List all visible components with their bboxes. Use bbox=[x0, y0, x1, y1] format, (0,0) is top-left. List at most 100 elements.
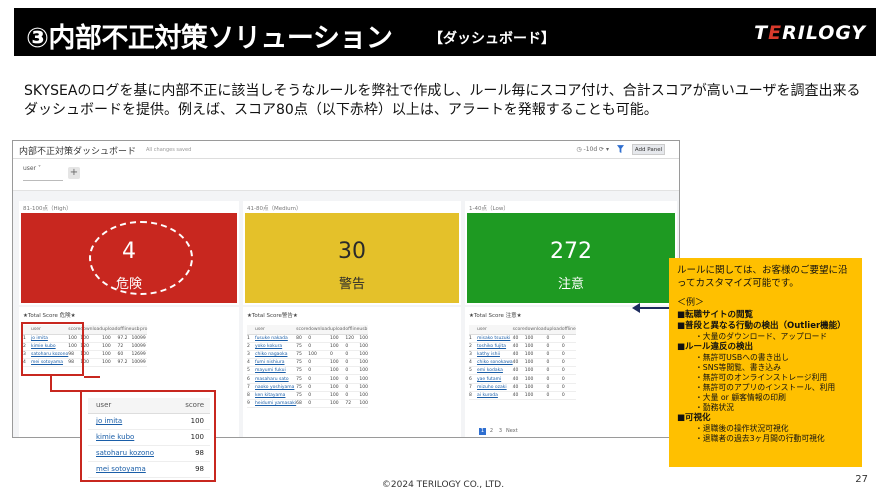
tile-word: 警告 bbox=[338, 277, 365, 292]
user-link[interactable]: jo imita bbox=[88, 413, 170, 430]
value-cell: 75 bbox=[296, 391, 309, 401]
value-cell: 0 bbox=[308, 399, 331, 409]
value-cell: 0 bbox=[345, 391, 360, 401]
column-header[interactable]: upload bbox=[546, 325, 562, 335]
column-header-user: user bbox=[88, 398, 170, 414]
column-header[interactable]: offline bbox=[345, 325, 360, 335]
value-cell: 100 bbox=[131, 334, 141, 343]
column-header[interactable]: offline bbox=[117, 325, 132, 335]
value-cell: 100 bbox=[131, 358, 141, 368]
value-cell: 100 bbox=[359, 358, 368, 368]
column-header[interactable]: usb bbox=[131, 325, 141, 335]
value-cell: 100 bbox=[524, 358, 547, 368]
user-link[interactable]: naoko yoshiyama bbox=[255, 383, 297, 392]
note-heading: ■普段と異なる行動の検出（Outlier機能） bbox=[677, 321, 846, 331]
value-cell: 0 bbox=[308, 391, 331, 401]
user-link[interactable]: fumi nishiura bbox=[255, 358, 297, 368]
user-link[interactable]: ai kuroda bbox=[477, 391, 513, 401]
user-link[interactable]: heidumi yamasaki bbox=[255, 399, 297, 409]
row-index: 7 bbox=[469, 383, 477, 392]
column-header[interactable]: score bbox=[296, 325, 309, 335]
row-index: 4 bbox=[247, 358, 255, 368]
value-cell: 40 bbox=[512, 374, 525, 384]
add-panel-button[interactable]: Add Panel bbox=[632, 144, 665, 155]
panel-medium: ★Total Score警告★ user score download upload o… bbox=[243, 307, 461, 437]
user-link[interactable]: yae futami bbox=[477, 374, 513, 384]
tile-label: 41-80点（Medium） bbox=[247, 206, 302, 212]
user-link[interactable]: mizuho ozaki bbox=[477, 383, 513, 392]
value-cell: 0 bbox=[561, 358, 576, 368]
value-cell: 100 bbox=[524, 334, 547, 343]
value-cell: 0 bbox=[308, 358, 331, 368]
user-filter-input[interactable] bbox=[23, 173, 63, 181]
add-filter-button[interactable]: + bbox=[68, 167, 80, 179]
zoomed-score-table: user score jo imita 100 kimie kubo 100 sat… bbox=[80, 390, 216, 482]
tile-label: 81-100点（High） bbox=[23, 206, 72, 212]
column-header[interactable]: upload bbox=[330, 325, 346, 335]
row-index: 2 bbox=[469, 342, 477, 351]
user-link[interactable]: fusuke nakada bbox=[255, 334, 297, 343]
note-heading: ■転職サイトの閲覧 bbox=[677, 310, 754, 320]
score-cell: 100 bbox=[169, 429, 210, 446]
score-cell: 100 bbox=[169, 413, 210, 430]
value-cell: 99 bbox=[140, 334, 148, 343]
column-header[interactable]: usb bbox=[359, 325, 368, 335]
column-header[interactable]: download bbox=[524, 325, 547, 335]
user-link[interactable]: toshiko fujita bbox=[477, 342, 513, 351]
user-link[interactable]: mayumi fukui bbox=[255, 366, 297, 376]
page-1-button[interactable]: 1 bbox=[479, 428, 486, 435]
value-cell: 0 bbox=[561, 383, 576, 392]
user-link[interactable]: ken kitayama bbox=[255, 391, 297, 401]
user-link[interactable]: satoharu kozono bbox=[88, 445, 170, 462]
user-filter-label: user ˅ bbox=[23, 165, 42, 172]
value-cell: 75 bbox=[296, 358, 309, 368]
filter-bar: user ˅ + bbox=[13, 159, 679, 191]
user-link[interactable]: yoko kokura bbox=[255, 342, 297, 351]
value-cell: 100 bbox=[330, 374, 346, 384]
next-page-button[interactable]: Next bbox=[506, 428, 518, 435]
column-header[interactable]: user bbox=[477, 325, 513, 335]
column-header[interactable]: download bbox=[308, 325, 331, 335]
table-row: 6 yae futami 40 100 0 0 bbox=[469, 374, 576, 384]
save-status: All changes saved bbox=[146, 147, 192, 153]
time-range[interactable]: ◷ -10d ⟳ ▾ bbox=[576, 146, 609, 153]
column-header[interactable]: score bbox=[512, 325, 525, 335]
column-header[interactable]: user bbox=[255, 325, 297, 335]
panel-title: ★Total Score 注意★ bbox=[469, 313, 522, 319]
note-heading: ■可視化 bbox=[677, 413, 711, 423]
filter-icon[interactable] bbox=[617, 145, 624, 153]
highlight-box bbox=[21, 322, 84, 376]
row-index: 3 bbox=[247, 350, 255, 360]
user-link[interactable]: emi kodaka bbox=[477, 366, 513, 376]
value-cell: 100 bbox=[330, 342, 346, 351]
user-link[interactable]: mei sotoyama bbox=[88, 461, 170, 478]
value-cell: 100 bbox=[330, 334, 346, 343]
note-item: ・勤務状況 bbox=[695, 403, 734, 412]
user-link[interactable]: kathy ishii bbox=[477, 350, 513, 360]
value-cell: 100 bbox=[524, 383, 547, 392]
column-header[interactable]: upload bbox=[102, 325, 118, 335]
user-link[interactable]: misako tsuzuki bbox=[477, 334, 513, 343]
value-cell: 80 bbox=[296, 334, 309, 343]
row-index: 9 bbox=[247, 399, 255, 409]
panel-title: ★Total Score警告★ bbox=[247, 313, 298, 319]
table-row: satoharu kozono 98 bbox=[88, 445, 210, 462]
user-link[interactable]: masaharu sato bbox=[255, 374, 297, 384]
user-link[interactable]: kimie kubo bbox=[88, 429, 170, 446]
column-header[interactable]: offline bbox=[561, 325, 576, 335]
score-cell: 98 bbox=[169, 445, 210, 462]
user-link[interactable]: chiko nagaoka bbox=[255, 350, 297, 360]
slide: ③内部不正対策ソリューション 【ダッシュボード】 TERILOGY SKYSEA… bbox=[0, 0, 886, 494]
page-3-button[interactable]: 3 bbox=[497, 428, 504, 435]
table-row: 7 naoko yoshiyama 75 0 100 0 100 bbox=[247, 383, 368, 392]
value-cell: 100 bbox=[359, 383, 368, 392]
table-row: 9 heidumi yamasaki 68 0 100 72 100 bbox=[247, 399, 368, 409]
table-row: jo imita 100 bbox=[88, 413, 210, 430]
column-header[interactable]: pro bbox=[140, 325, 148, 335]
page-2-button[interactable]: 2 bbox=[488, 428, 495, 435]
dashboard-topbar: 内部不正対策ダッシュボード All changes saved ◷ -10d ⟳… bbox=[13, 141, 679, 159]
user-link[interactable]: chiko sonokawa bbox=[477, 358, 513, 368]
arrow-head-icon bbox=[632, 303, 640, 313]
value-cell: 100 bbox=[524, 350, 547, 360]
pagination: 1 2 3 Next bbox=[479, 428, 520, 435]
